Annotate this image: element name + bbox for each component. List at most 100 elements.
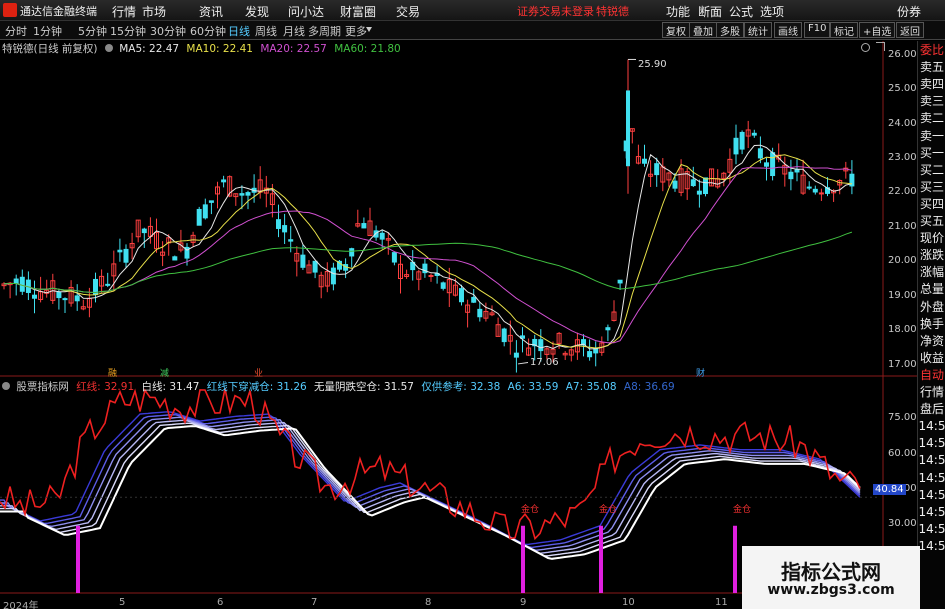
settings-icon[interactable] [104, 44, 113, 52]
candle-body [788, 171, 794, 180]
side-panel-item[interactable]: 买五 [918, 214, 945, 228]
tab-1min[interactable]: 1分钟 [33, 23, 62, 39]
circle-icon[interactable] [861, 43, 870, 52]
tab-daily[interactable]: 日线 [228, 23, 250, 39]
side-panel-item[interactable]: 涨幅 [918, 265, 945, 279]
candle-body [806, 186, 812, 189]
stock-name-tag: 特锐德 [596, 5, 629, 18]
tab-monthly[interactable]: 月线 [283, 23, 305, 39]
candle-body [361, 223, 367, 229]
side-panel-item[interactable]: 买三 [918, 180, 945, 194]
white-line-value: 白线: 31.47 [141, 381, 200, 393]
side-panel-item[interactable]: 14:5 [918, 488, 945, 502]
tab-5min[interactable]: 5分钟 [78, 23, 107, 39]
side-panel-item[interactable]: 收益 [918, 351, 945, 365]
candle-body [751, 132, 757, 136]
candle-body [696, 190, 702, 195]
side-panel-item[interactable]: 卖五 [918, 60, 945, 74]
side-panel-item[interactable]: 买一 [918, 146, 945, 160]
current-indicator-value: 40.84 [873, 484, 906, 495]
candle-body [812, 188, 818, 193]
side-panel-item[interactable]: 委比 [918, 43, 945, 57]
candle-body [391, 252, 397, 263]
side-panel-item[interactable]: 换手 [918, 317, 945, 331]
add-watchlist-button[interactable]: +自选 [859, 22, 896, 38]
candle-body [538, 339, 544, 352]
side-panel-item[interactable]: 自动 [918, 368, 945, 382]
y-tick: 17.00 [888, 359, 917, 370]
quote-side-panel: 委比卖五卖四卖三卖二卖一买一买二买三买四买五现价涨跌涨幅总量外盘换手净资收益自动… [917, 41, 945, 609]
y-tick: 21.00 [888, 221, 917, 232]
fuquan-button[interactable]: 复权 [662, 22, 690, 38]
side-panel-item[interactable]: 买四 [918, 197, 945, 211]
side-panel-item[interactable]: 14:5 [918, 453, 945, 467]
f10-button[interactable]: F10 [804, 22, 831, 38]
menu-wenxiaoda[interactable]: 问小达 [288, 3, 324, 20]
kline-chart-area[interactable] [0, 41, 917, 609]
side-panel-item[interactable]: 外盘 [918, 300, 945, 314]
candle-body [672, 180, 678, 189]
side-panel-item[interactable]: 卖一 [918, 129, 945, 143]
menu-fenquan[interactable]: 份券 [897, 3, 921, 20]
side-panel-item[interactable]: 买二 [918, 163, 945, 177]
event-marker-cai[interactable]: 财 [696, 366, 705, 379]
side-panel-item[interactable]: 行情 [918, 385, 945, 399]
tab-15min[interactable]: 15分钟 [110, 23, 146, 39]
tab-30min[interactable]: 30分钟 [150, 23, 186, 39]
overlay-button[interactable]: 叠加 [689, 22, 717, 38]
menu-xuanxiang[interactable]: 选项 [760, 3, 784, 20]
indicator-ribbon-line [0, 413, 861, 549]
login-notice[interactable]: 证券交易未登录 [517, 3, 594, 19]
candle-body [733, 137, 739, 155]
side-panel-item[interactable]: 14:5 [918, 539, 945, 553]
mark-button[interactable]: 标记 [830, 22, 858, 38]
side-panel-item[interactable]: 盘后 [918, 402, 945, 416]
side-panel-item[interactable]: 涨跌 [918, 248, 945, 262]
back-button[interactable]: 返回 [896, 22, 924, 38]
side-panel-item[interactable]: 总量 [918, 282, 945, 296]
expand-icon[interactable] [876, 42, 885, 51]
menu-duanmian[interactable]: 断面 [698, 3, 722, 20]
event-marker-jian[interactable]: 减 [160, 366, 169, 379]
side-panel-item[interactable]: 14:5 [918, 505, 945, 519]
side-panel-item[interactable]: 14:5 [918, 522, 945, 536]
tab-weekly[interactable]: 周线 [255, 23, 277, 39]
tab-fenshi[interactable]: 分时 [5, 23, 27, 39]
a8-value: A8: 36.69 [623, 381, 675, 393]
side-panel-item[interactable]: 14:5 [918, 436, 945, 450]
side-panel-item[interactable]: 卖三 [918, 94, 945, 108]
menu-caifuquan[interactable]: 财富圈 [340, 3, 376, 20]
event-marker-ye[interactable]: 业 [254, 366, 263, 379]
side-panel-item[interactable]: 卖四 [918, 77, 945, 91]
side-panel-item[interactable]: 卖二 [918, 111, 945, 125]
tab-60min[interactable]: 60分钟 [190, 23, 226, 39]
menu-gongshi[interactable]: 公式 [729, 3, 753, 20]
candle-body [56, 291, 62, 299]
side-panel-item[interactable]: 14:5 [918, 419, 945, 433]
tab-more[interactable]: 更多 [345, 23, 367, 39]
tab-multi-period[interactable]: 多周期 [308, 23, 341, 39]
menu-jiaoyi[interactable]: 交易 [396, 3, 420, 20]
x-tick: 2024年 [3, 601, 39, 609]
candle-body [379, 232, 385, 240]
chevron-down-icon[interactable] [366, 27, 372, 32]
stats-button[interactable]: 统计 [744, 22, 772, 38]
app-logo-icon [3, 3, 17, 17]
event-marker-rong[interactable]: 融 [108, 366, 117, 379]
menu-shichang[interactable]: 市场 [142, 3, 166, 20]
menu-zixun[interactable]: 资讯 [199, 3, 223, 20]
side-panel-item[interactable]: 现价 [918, 231, 945, 245]
menu-faxian[interactable]: 发现 [245, 3, 269, 20]
ma10-label: MA10: 22.41 [186, 43, 253, 55]
candle-body [288, 239, 294, 242]
menu-hangqing[interactable]: 行情 [112, 3, 136, 20]
candle-body [13, 278, 19, 284]
side-panel-item[interactable]: 14:5 [918, 471, 945, 485]
draw-line-button[interactable]: 画线 [774, 22, 802, 38]
x-tick: 10 [622, 597, 635, 608]
menu-gongneng[interactable]: 功能 [666, 3, 690, 20]
candle-body [764, 162, 769, 167]
indicator-settings-icon[interactable] [2, 382, 10, 390]
multi-stock-button[interactable]: 多股 [716, 22, 744, 38]
side-panel-item[interactable]: 净资 [918, 334, 945, 348]
